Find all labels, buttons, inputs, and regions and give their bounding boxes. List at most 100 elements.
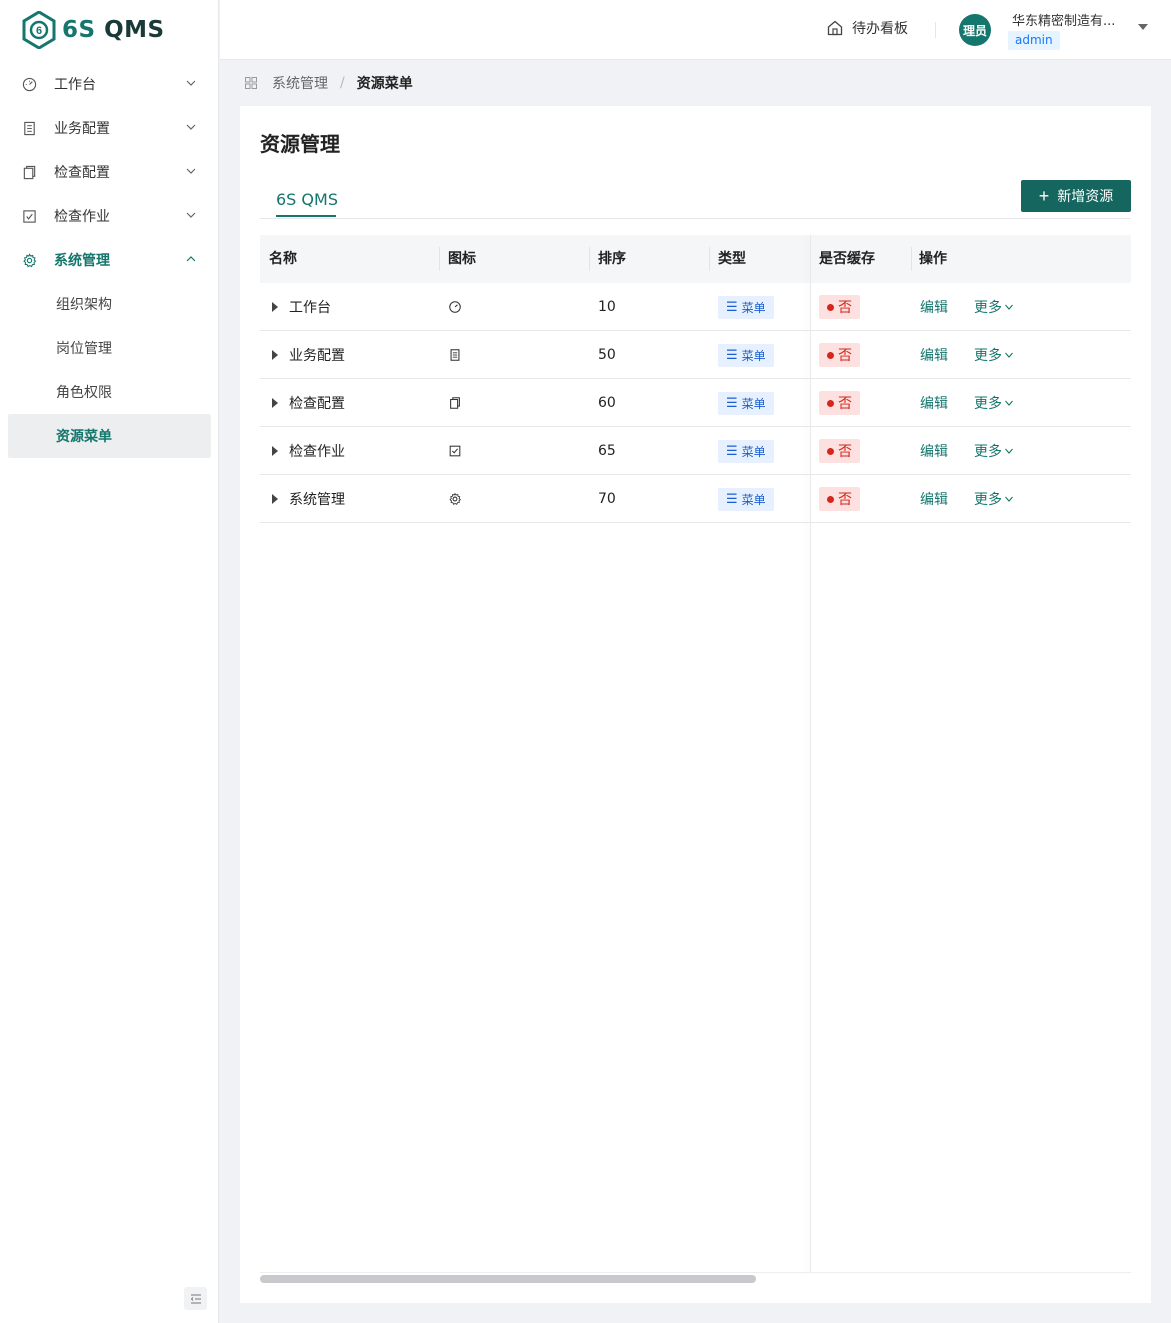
logo[interactable]: 6 6S QMS bbox=[22, 10, 165, 50]
sidebar-item-workbench[interactable]: 工作台 bbox=[8, 62, 211, 106]
sidebar-item-label: 业务配置 bbox=[54, 121, 110, 137]
active-tab-indicator bbox=[276, 215, 336, 217]
chevron-down-icon bbox=[186, 212, 196, 218]
expand-row-icon[interactable] bbox=[272, 302, 278, 312]
column-header-name: 名称 bbox=[269, 251, 297, 267]
expand-row-icon[interactable] bbox=[272, 350, 278, 360]
menu-lines-icon: ☰ bbox=[726, 395, 738, 411]
sidebar-item-system-management[interactable]: 系统管理 bbox=[8, 238, 211, 282]
status-dot-icon bbox=[827, 399, 834, 407]
tabs-divider bbox=[260, 218, 1131, 219]
edit-link[interactable]: 编辑 bbox=[920, 297, 948, 317]
row-name: 检查作业 bbox=[289, 444, 345, 460]
status-dot-icon bbox=[827, 303, 834, 311]
cache-label: 否 bbox=[838, 492, 852, 508]
sidebar-item-inspection-config[interactable]: 检查配置 bbox=[8, 150, 211, 194]
sidebar-subitem-positions[interactable]: 岗位管理 bbox=[8, 326, 211, 370]
type-tag: ☰ 菜单 bbox=[718, 295, 774, 319]
user-menu-caret-icon[interactable] bbox=[1138, 24, 1148, 30]
type-tag: ☰ 菜单 bbox=[718, 487, 774, 511]
more-label: 更多 bbox=[974, 444, 1002, 460]
gear-icon bbox=[21, 252, 37, 268]
resource-management-card: 资源管理 6S QMS + 新增资源 名称 图标 排序 类型 是否缓存 操作 工… bbox=[240, 106, 1151, 1303]
chevron-down-icon bbox=[1005, 496, 1013, 502]
resource-table: 名称 图标 排序 类型 是否缓存 操作 工作台 10 ☰ 菜单 否 编辑 更多 业… bbox=[260, 235, 1131, 1283]
column-header-actions: 操作 bbox=[919, 251, 947, 267]
table-row: 系统管理 70 ☰ 菜单 否 编辑 更多 bbox=[260, 475, 1131, 523]
sidebar-menu: 工作台 业务配置 检查配置 检查作业 系统管理 组织架构 岗位管理 角色权限 资… bbox=[8, 62, 211, 458]
avatar[interactable]: 理员 bbox=[959, 14, 991, 46]
sidebar-item-label: 工作台 bbox=[54, 77, 96, 93]
company-name: 华东精密制造有... bbox=[1012, 14, 1116, 29]
column-divider bbox=[589, 247, 590, 271]
sidebar-item-business-config[interactable]: 业务配置 bbox=[8, 106, 211, 150]
cache-status-badge: 否 bbox=[819, 295, 860, 319]
row-sort: 50 bbox=[598, 347, 616, 363]
checkbox-icon bbox=[449, 445, 461, 457]
sidebar-subitem-resource-menu[interactable]: 资源菜单 bbox=[8, 414, 211, 458]
type-tag: ☰ 菜单 bbox=[718, 343, 774, 367]
type-label: 菜单 bbox=[741, 348, 766, 363]
sidebar-subitem-organization[interactable]: 组织架构 bbox=[8, 282, 211, 326]
row-sort: 10 bbox=[598, 299, 616, 315]
breadcrumb-separator: / bbox=[340, 75, 345, 91]
fixed-column-shadow bbox=[810, 235, 811, 1273]
collapse-sidebar-button[interactable] bbox=[184, 1287, 207, 1310]
table-header: 名称 图标 排序 类型 是否缓存 操作 bbox=[260, 235, 1131, 283]
chevron-down-icon bbox=[186, 124, 196, 130]
table-row: 检查配置 60 ☰ 菜单 否 编辑 更多 bbox=[260, 379, 1131, 427]
sidebar: 6 6S QMS 工作台 业务配置 检查配置 检查作业 系统管理 组织架构 岗位… bbox=[0, 0, 219, 1323]
chevron-down-icon bbox=[1005, 448, 1013, 454]
logo-text-suffix: QMS bbox=[95, 17, 165, 43]
edit-link[interactable]: 编辑 bbox=[920, 393, 948, 413]
row-sort: 70 bbox=[598, 491, 616, 507]
column-header-type: 类型 bbox=[718, 251, 746, 267]
more-dropdown[interactable]: 更多 bbox=[974, 393, 1014, 413]
row-sort: 60 bbox=[598, 395, 616, 411]
sidebar-item-inspection-task[interactable]: 检查作业 bbox=[8, 194, 211, 238]
more-dropdown[interactable]: 更多 bbox=[974, 345, 1014, 365]
user-role-badge: admin bbox=[1008, 31, 1060, 50]
cache-status-badge: 否 bbox=[819, 487, 860, 511]
edit-link[interactable]: 编辑 bbox=[920, 345, 948, 365]
column-header-cache: 是否缓存 bbox=[819, 251, 875, 267]
more-dropdown[interactable]: 更多 bbox=[974, 441, 1014, 461]
cache-label: 否 bbox=[838, 396, 852, 412]
more-label: 更多 bbox=[974, 300, 1002, 316]
status-dot-icon bbox=[827, 495, 834, 503]
ledger-icon bbox=[450, 349, 460, 361]
cache-status-badge: 否 bbox=[819, 391, 860, 415]
status-dot-icon bbox=[827, 351, 834, 359]
horizontal-scrollbar[interactable] bbox=[260, 1272, 1131, 1283]
status-dot-icon bbox=[827, 447, 834, 455]
sidebar-subitem-role-permissions[interactable]: 角色权限 bbox=[8, 370, 211, 414]
tab-6s-qms[interactable]: 6S QMS bbox=[276, 190, 338, 209]
more-dropdown[interactable]: 更多 bbox=[974, 297, 1014, 317]
sidebar-item-label: 检查配置 bbox=[54, 165, 110, 181]
chevron-down-icon bbox=[1005, 304, 1013, 310]
add-resource-button[interactable]: + 新增资源 bbox=[1021, 180, 1131, 212]
chevron-down-icon bbox=[1005, 352, 1013, 358]
breadcrumb: 系统管理 / 资源菜单 bbox=[245, 73, 413, 93]
breadcrumb-parent-link[interactable]: 系统管理 bbox=[272, 73, 328, 93]
add-resource-label: 新增资源 bbox=[1057, 188, 1114, 204]
todo-board-link[interactable]: 待办看板 bbox=[826, 18, 908, 38]
type-tag: ☰ 菜单 bbox=[718, 391, 774, 415]
edit-link[interactable]: 编辑 bbox=[920, 441, 948, 461]
expand-row-icon[interactable] bbox=[272, 494, 278, 504]
cache-label: 否 bbox=[838, 444, 852, 460]
edit-link[interactable]: 编辑 bbox=[920, 489, 948, 509]
menu-lines-icon: ☰ bbox=[726, 443, 738, 459]
row-name: 工作台 bbox=[289, 300, 331, 316]
menu-lines-icon: ☰ bbox=[726, 347, 738, 363]
more-dropdown[interactable]: 更多 bbox=[974, 489, 1014, 509]
expand-row-icon[interactable] bbox=[272, 398, 278, 408]
scrollbar-thumb[interactable] bbox=[260, 1275, 756, 1283]
type-label: 菜单 bbox=[741, 300, 766, 315]
table-row: 检查作业 65 ☰ 菜单 否 编辑 更多 bbox=[260, 427, 1131, 475]
todo-board-label: 待办看板 bbox=[852, 21, 908, 37]
gear-icon bbox=[449, 492, 462, 505]
type-tag: ☰ 菜单 bbox=[718, 439, 774, 463]
column-header-icon: 图标 bbox=[448, 251, 476, 267]
expand-row-icon[interactable] bbox=[272, 446, 278, 456]
